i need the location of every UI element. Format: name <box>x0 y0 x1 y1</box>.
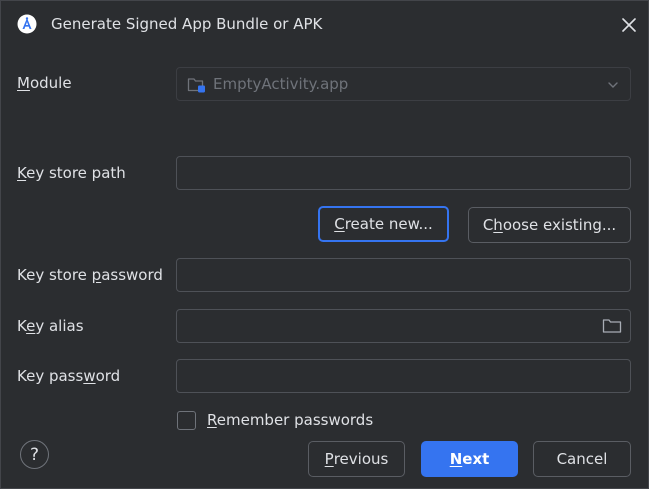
folder-icon[interactable] <box>602 317 622 335</box>
close-icon[interactable] <box>619 15 639 35</box>
key-store-password-input[interactable] <box>177 259 630 291</box>
generate-signed-bundle-dialog: Generate Signed App Bundle or APK Module… <box>0 0 649 489</box>
android-studio-icon <box>17 14 37 34</box>
module-value: EmptyActivity.app <box>213 75 349 93</box>
cancel-button[interactable]: Cancel <box>533 441 631 477</box>
module-combobox[interactable]: EmptyActivity.app <box>176 67 631 101</box>
remember-passwords-checkbox[interactable] <box>177 411 196 430</box>
module-folder-icon <box>187 78 205 93</box>
remember-passwords-label[interactable]: Remember passwords <box>207 411 373 429</box>
key-store-path-label: Key store path <box>17 164 126 182</box>
key-password-field[interactable] <box>176 359 631 393</box>
key-password-input[interactable] <box>177 360 630 392</box>
module-label: Module <box>17 74 72 92</box>
dialog-title: Generate Signed App Bundle or APK <box>51 15 323 33</box>
key-password-label: Key password <box>17 367 121 385</box>
previous-button[interactable]: Previous <box>308 441 405 477</box>
key-store-path-input[interactable] <box>177 157 630 189</box>
next-button[interactable]: Next <box>421 441 518 477</box>
key-store-password-field[interactable] <box>176 258 631 292</box>
key-alias-input[interactable] <box>177 310 596 342</box>
help-icon: ? <box>29 444 40 465</box>
key-alias-field[interactable] <box>176 309 631 343</box>
title-bar: Generate Signed App Bundle or APK <box>1 1 648 49</box>
create-new-button[interactable]: Create new... <box>318 206 449 242</box>
key-store-password-label: Key store password <box>17 266 163 284</box>
choose-existing-button[interactable]: Ch oose existing... <box>468 207 631 243</box>
help-button[interactable]: ? <box>20 440 49 469</box>
key-store-path-field[interactable] <box>176 156 631 190</box>
chevron-down-icon <box>608 82 618 88</box>
key-alias-label: Key alias <box>17 317 84 335</box>
